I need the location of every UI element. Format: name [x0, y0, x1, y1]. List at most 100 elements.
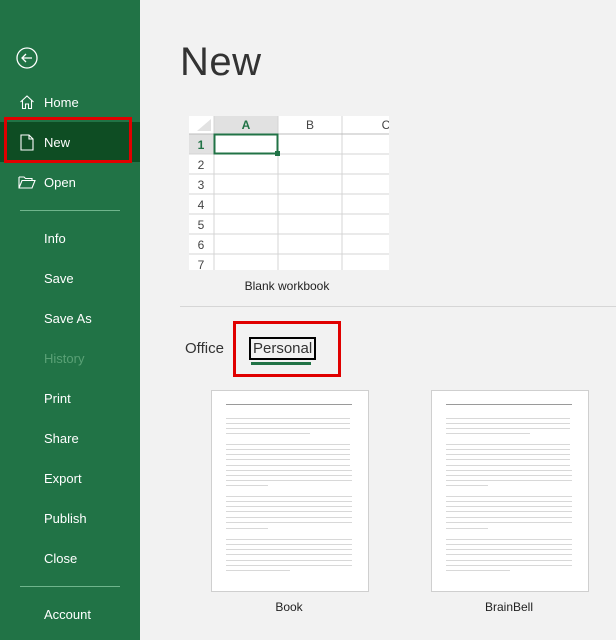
nav-export[interactable]: Export: [0, 458, 140, 498]
nav-label: Open: [44, 174, 76, 190]
sidebar-divider: [20, 586, 120, 587]
row-header-label: 6: [198, 238, 205, 252]
tab-personal[interactable]: Personal: [249, 337, 317, 360]
nav-home[interactable]: Home: [0, 82, 140, 122]
preview-text-line: [446, 539, 572, 540]
nav-label: Account: [44, 606, 91, 622]
preview-text-line: [226, 454, 350, 455]
row-header-label: 2: [198, 158, 205, 172]
preview-text-line: [226, 470, 352, 471]
row-header-label: 5: [198, 218, 205, 232]
nav-info[interactable]: Info: [0, 218, 140, 258]
page-title: New: [180, 40, 262, 84]
preview-text-line: [226, 404, 352, 405]
blank-workbook-label: Blank workbook: [244, 279, 330, 293]
backstage-sidebar: Home New Open Info Save Save As History …: [0, 0, 140, 640]
preview-text-line: [446, 465, 570, 466]
preview-text-line: [446, 565, 572, 566]
nav-label: Close: [44, 550, 78, 566]
sidebar-divider: [20, 210, 120, 211]
nav-label: Export: [44, 470, 82, 486]
back-button[interactable]: [16, 47, 38, 69]
preview-text-line: [446, 485, 488, 486]
nav-history: History: [0, 338, 140, 378]
preview-text-line: [226, 511, 352, 512]
preview-text-line: [446, 554, 572, 555]
preview-text-line: [446, 560, 572, 561]
preview-text-line: [226, 528, 268, 529]
preview-text-line: [226, 496, 352, 497]
preview-text-line: [446, 454, 570, 455]
preview-text-line: [226, 570, 290, 571]
nav-label: New: [44, 134, 71, 150]
preview-text-line: [446, 544, 572, 545]
preview-text-line: [446, 444, 570, 445]
nav-close[interactable]: Close: [0, 538, 140, 578]
preview-text-line: [226, 539, 352, 540]
preview-text-line: [446, 470, 572, 471]
section-divider: [180, 306, 616, 307]
preview-text-line: [446, 475, 572, 476]
preview-text-line: [446, 480, 572, 481]
template-brainbell[interactable]: [431, 390, 589, 592]
row-header-label: 4: [198, 198, 205, 212]
template-label: BrainBell: [484, 600, 534, 614]
nav-print[interactable]: Print: [0, 378, 140, 418]
nav-label: Share: [44, 430, 79, 446]
column-header-label: A: [242, 118, 251, 132]
fill-handle: [275, 151, 280, 156]
preview-text-line: [226, 449, 350, 450]
preview-text-line: [226, 459, 350, 460]
nav-label: Publish: [44, 510, 87, 526]
row-header-label: 7: [198, 258, 205, 270]
preview-text-line: [226, 560, 352, 561]
template-book[interactable]: [211, 390, 369, 592]
nav-label: Save: [44, 270, 74, 286]
preview-text-line: [446, 449, 570, 450]
nav-publish[interactable]: Publish: [0, 498, 140, 538]
row-header-label: 3: [198, 178, 205, 192]
active-cell: [213, 133, 279, 155]
preview-text-line: [226, 418, 350, 419]
preview-text-line: [226, 554, 352, 555]
preview-text-line: [446, 418, 570, 419]
preview-text-line: [226, 433, 310, 434]
nav-share[interactable]: Share: [0, 418, 140, 458]
nav-label: History: [44, 350, 85, 366]
nav-save[interactable]: Save: [0, 258, 140, 298]
column-header-label: C: [382, 118, 389, 132]
back-arrow-circle-icon: [16, 47, 38, 69]
nav-save-as[interactable]: Save As: [0, 298, 140, 338]
nav-label: Info: [44, 230, 66, 246]
preview-text-line: [226, 501, 352, 502]
nav-account[interactable]: Account: [0, 594, 140, 634]
preview-text-line: [446, 501, 572, 502]
preview-text-line: [446, 433, 530, 434]
preview-text-line: [226, 549, 352, 550]
preview-text-line: [226, 565, 352, 566]
preview-text-line: [226, 428, 350, 429]
tab-office[interactable]: Office: [185, 340, 224, 357]
preview-text-line: [226, 480, 352, 481]
preview-text-line: [446, 528, 488, 529]
preview-text-line: [446, 522, 572, 523]
preview-text-line: [446, 511, 572, 512]
active-tab-indicator: [251, 362, 311, 365]
preview-text-line: [226, 485, 268, 486]
preview-text-line: [446, 423, 570, 424]
preview-text-line: [446, 506, 572, 507]
preview-text-line: [226, 544, 352, 545]
preview-text-line: [446, 496, 572, 497]
preview-text-line: [226, 423, 350, 424]
home-icon: [18, 93, 36, 111]
blank-workbook-thumbnail[interactable]: A B C 1 2 3 4 5 6 7: [189, 116, 389, 270]
nav-new[interactable]: New: [0, 122, 140, 162]
preview-text-line: [446, 570, 510, 571]
nav-open[interactable]: Open: [0, 162, 140, 202]
preview-text-line: [446, 517, 572, 518]
preview-text-line: [446, 549, 572, 550]
nav-label: Home: [44, 94, 79, 110]
folder-open-icon: [18, 173, 36, 191]
row-header-label: 1: [198, 138, 205, 152]
preview-text-line: [446, 459, 570, 460]
